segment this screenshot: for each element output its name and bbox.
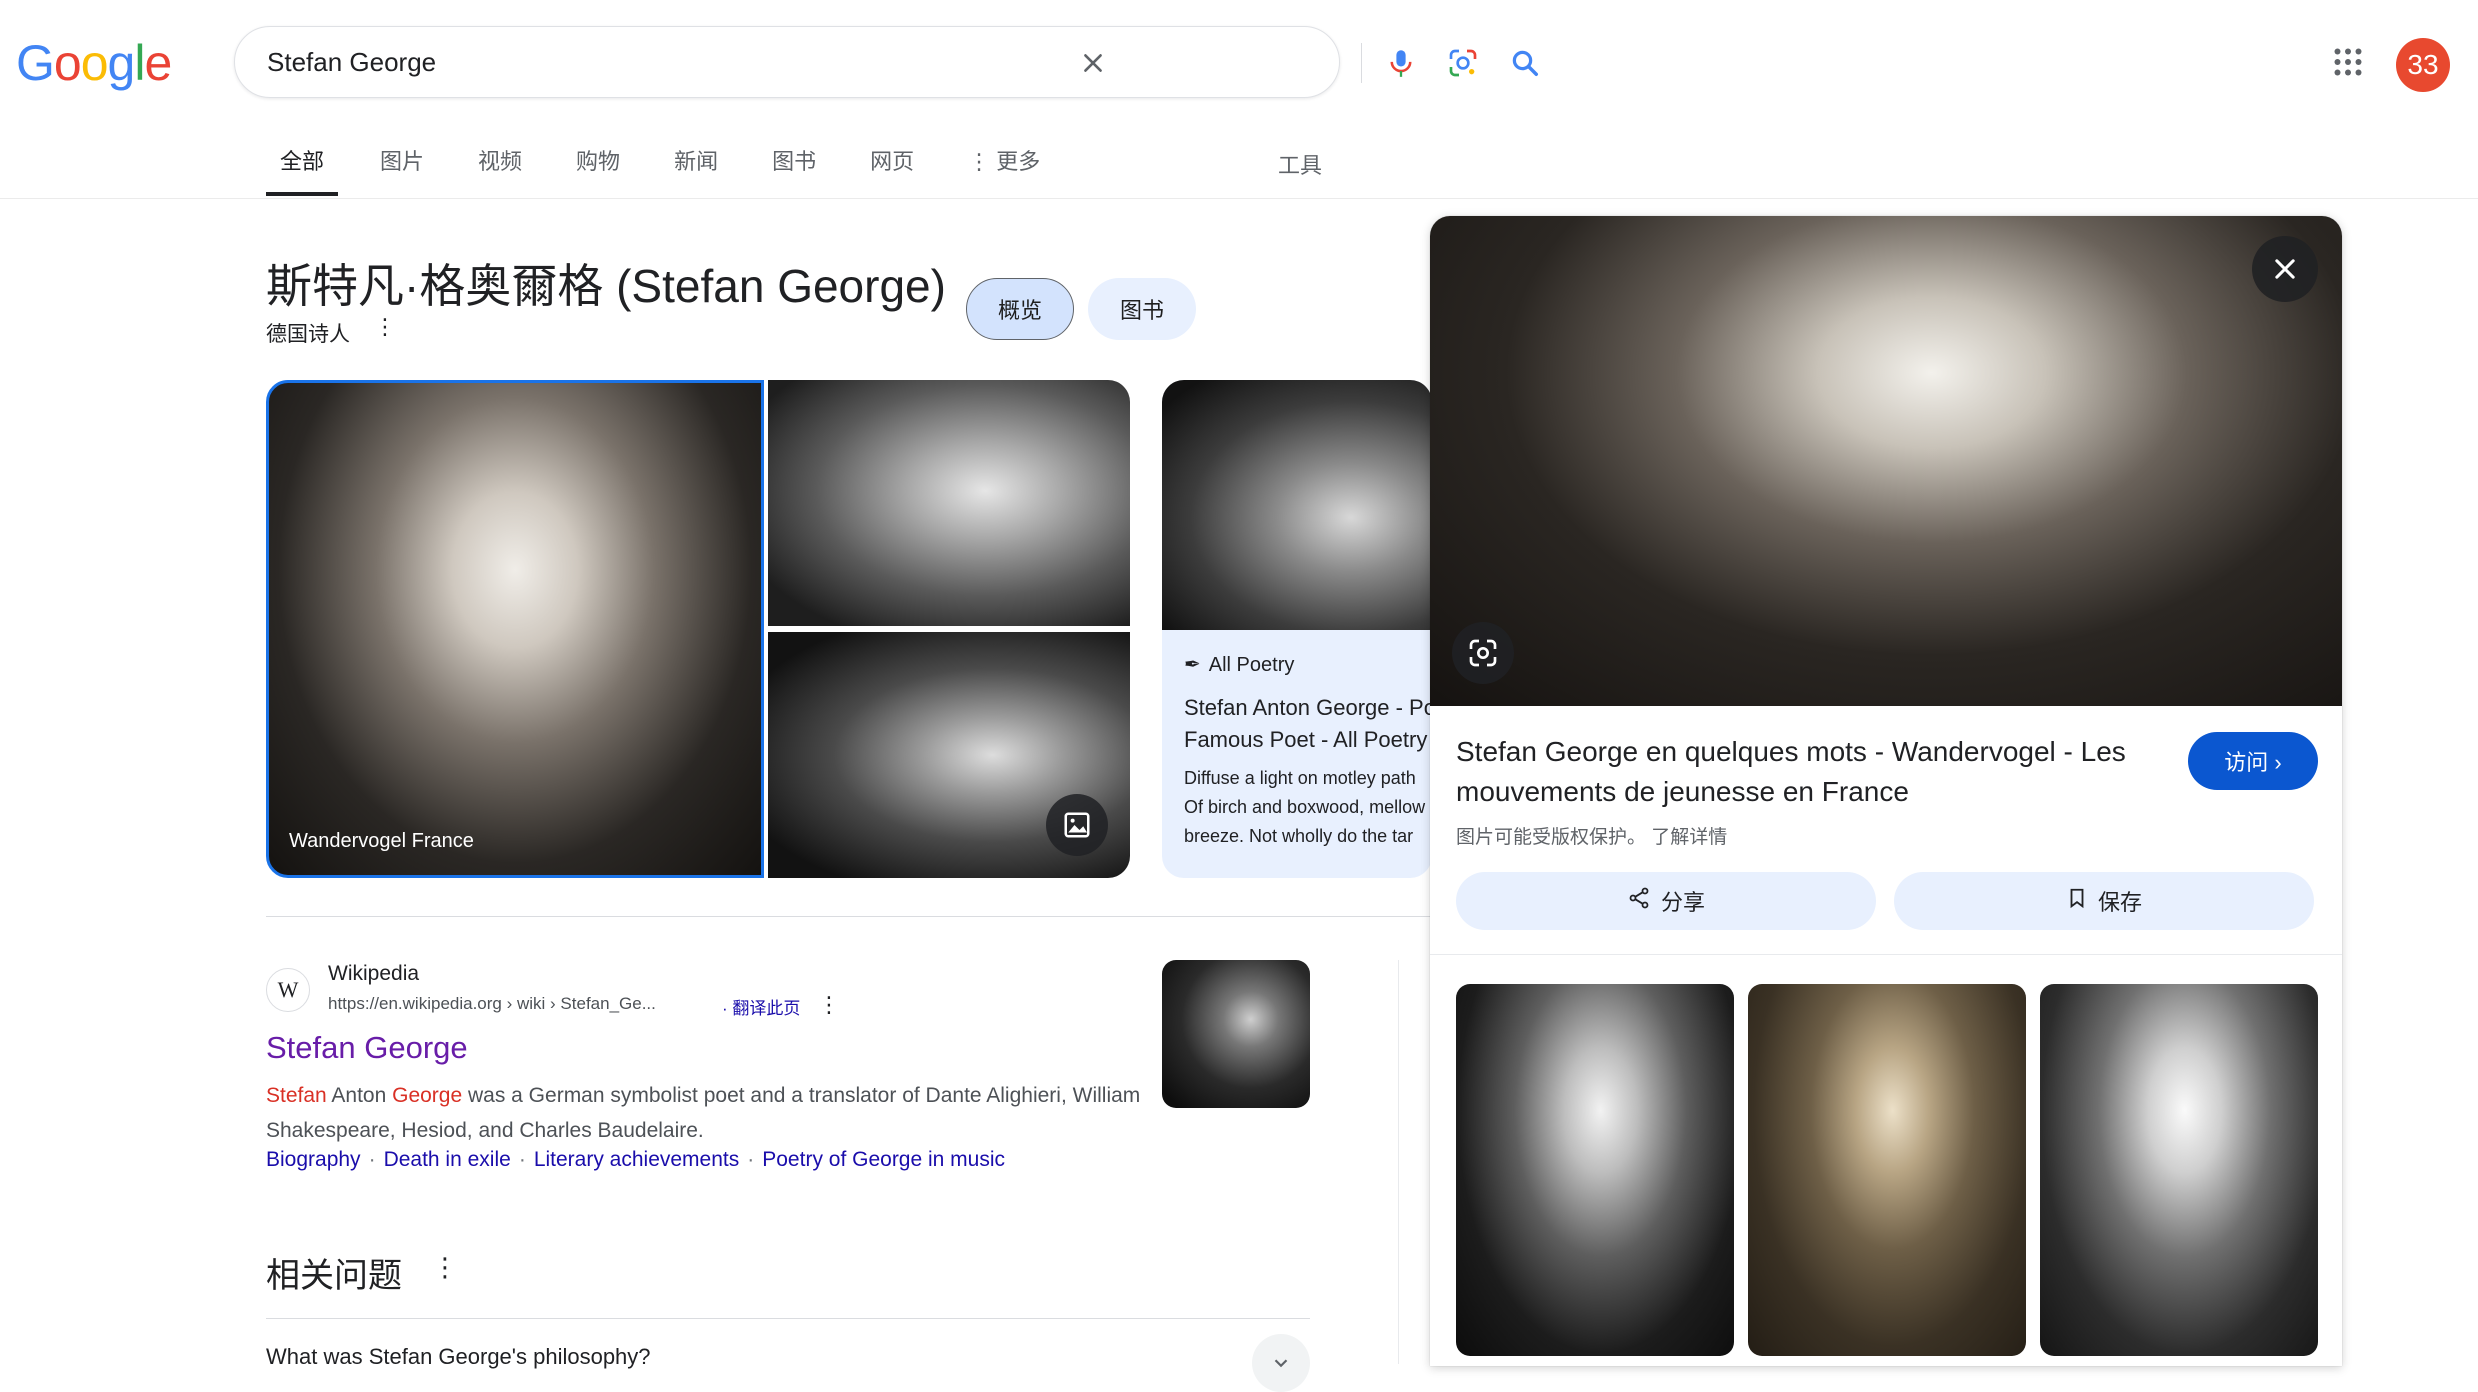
- tab-more[interactable]: ⋮ 更多: [956, 146, 1052, 196]
- image-preview-panel: Stefan George en quelques mots - Wanderv…: [1430, 216, 2342, 1366]
- share-label: 分享: [1660, 890, 1705, 915]
- tab-images[interactable]: 图片: [368, 146, 436, 196]
- clear-icon[interactable]: [1073, 43, 1113, 83]
- sitelinks: Biography · Death in exile · Literary achiev…: [266, 1148, 1005, 1172]
- copyright-notice: 图片可能受版权保护。 了解详情: [1456, 827, 1728, 848]
- result-snippet: Stefan Anton George was a German symboli…: [266, 1078, 1146, 1148]
- result-site-name[interactable]: Wikipedia: [328, 962, 419, 986]
- related-questions-divider: [266, 1318, 1310, 1319]
- related-questions-more-icon[interactable]: ⋮: [432, 1252, 458, 1283]
- result-thumbnail[interactable]: [1162, 960, 1310, 1108]
- poetry-card[interactable]: ✒ All Poetry Stefan Anton George - Po Fam…: [1162, 380, 1432, 878]
- chevron-down-icon[interactable]: [1252, 1334, 1310, 1392]
- poetry-title-line: Stefan Anton George - Po: [1184, 695, 1432, 720]
- poetry-title-line: Famous Poet - All Poetry: [1184, 727, 1428, 752]
- search-icon[interactable]: [1505, 43, 1545, 83]
- account-avatar[interactable]: 33: [2396, 38, 2450, 92]
- close-icon[interactable]: [2252, 236, 2318, 302]
- translate-link[interactable]: · 翻译此页: [722, 994, 800, 1019]
- overview-chip[interactable]: 概览: [966, 278, 1074, 340]
- search-box[interactable]: Stefan George: [234, 26, 1538, 98]
- visit-button[interactable]: 访问 ›: [2188, 732, 2318, 790]
- preview-image[interactable]: [1430, 216, 2342, 706]
- save-button[interactable]: 保存: [1894, 872, 2314, 930]
- image-caption: Wandervogel France: [289, 830, 474, 852]
- sitelink-poetry-in-music[interactable]: Poetry of George in music: [762, 1148, 1005, 1171]
- poetry-desc-line: Of birch and boxwood, mellow: [1184, 797, 1426, 817]
- google-logo[interactable]: Google: [16, 34, 172, 92]
- visual-search-icon[interactable]: [1452, 622, 1514, 684]
- wikipedia-favicon[interactable]: W: [266, 968, 310, 1012]
- logo-letter: e: [144, 35, 172, 91]
- result-more-icon[interactable]: ⋮: [818, 992, 840, 1018]
- poetry-source-label: All Poetry: [1208, 654, 1295, 676]
- profile-image-bottom[interactable]: [768, 632, 1130, 878]
- related-question[interactable]: What was Stefan George's philosophy?: [266, 1344, 651, 1370]
- snippet-highlight: Stefan: [266, 1084, 327, 1107]
- poetry-card-title: Stefan Anton George - Po Famous Poet - A…: [1184, 692, 1432, 756]
- poetry-card-image: [1162, 380, 1432, 630]
- tab-shopping[interactable]: 购物: [564, 146, 632, 196]
- search-input[interactable]: Stefan George: [267, 47, 436, 78]
- books-chip[interactable]: 图书: [1088, 278, 1196, 340]
- header-divider: [0, 198, 2478, 199]
- profile-image-top[interactable]: [768, 380, 1130, 626]
- related-image[interactable]: [1456, 984, 1734, 1356]
- lens-icon[interactable]: [1443, 43, 1483, 83]
- sitelink-separator: ·: [747, 1148, 755, 1171]
- tab-books[interactable]: 图书: [760, 146, 828, 196]
- tab-videos[interactable]: 视频: [466, 146, 534, 196]
- section-divider: [266, 916, 1432, 917]
- microphone-icon[interactable]: [1381, 43, 1421, 83]
- logo-letter: g: [107, 35, 136, 91]
- sitelink-death-in-exile[interactable]: Death in exile: [384, 1148, 511, 1171]
- tab-all[interactable]: 全部: [266, 146, 339, 196]
- apps-grid-icon[interactable]: [2330, 44, 2366, 80]
- share-icon: [1627, 886, 1651, 916]
- logo-letter: l: [134, 35, 145, 91]
- entity-more-icon[interactable]: ⋮: [374, 314, 396, 340]
- bookmark-icon: [2066, 886, 2088, 916]
- search-tabs: 全部 图片 视频 购物 新闻 图书 网页 ⋮ 更多: [266, 146, 1082, 200]
- tab-web[interactable]: 网页: [858, 146, 926, 196]
- sitelink-separator: ·: [518, 1148, 526, 1171]
- preview-divider: [1430, 954, 2342, 955]
- related-image[interactable]: [2040, 984, 2318, 1356]
- result-title[interactable]: Stefan George: [266, 1030, 468, 1066]
- result-url[interactable]: https://en.wikipedia.org › wiki › Stefan…: [328, 994, 656, 1014]
- logo-letter: o: [80, 35, 109, 91]
- related-image[interactable]: [1748, 984, 2026, 1356]
- save-label: 保存: [2097, 890, 2142, 915]
- more-images-icon[interactable]: [1046, 794, 1108, 856]
- preview-title[interactable]: Stefan George en quelques mots - Wanderv…: [1456, 732, 2156, 812]
- search-divider: [1361, 43, 1362, 83]
- sitelink-literary-achievements[interactable]: Literary achievements: [534, 1148, 739, 1171]
- entity-title: 斯特凡·格奥爾格 (Stefan George): [266, 260, 946, 312]
- related-questions-title: 相关问题: [266, 1257, 402, 1295]
- poetry-card-description: Diffuse a light on motley path Of birch …: [1184, 764, 1432, 851]
- sitelink-biography[interactable]: Biography: [266, 1148, 361, 1171]
- logo-letter: G: [16, 35, 55, 91]
- logo-letter: o: [53, 35, 82, 91]
- entity-subtitle: 德国诗人: [266, 323, 350, 346]
- share-button[interactable]: 分享: [1456, 872, 1876, 930]
- column-divider: [1398, 960, 1399, 1364]
- tools-button[interactable]: 工具: [1278, 148, 1322, 180]
- poetry-desc-line: breeze. Not wholly do the tar: [1184, 826, 1414, 846]
- poetry-desc-line: Diffuse a light on motley path: [1184, 768, 1416, 788]
- snippet-text: Anton: [326, 1084, 393, 1107]
- sitelink-separator: ·: [368, 1148, 376, 1171]
- quill-icon: ✒: [1184, 654, 1201, 676]
- poetry-source: ✒ All Poetry: [1184, 652, 1294, 677]
- tab-news[interactable]: 新闻: [662, 146, 730, 196]
- portrait-image-main[interactable]: Wandervogel France: [266, 380, 764, 878]
- snippet-highlight: George: [392, 1084, 463, 1107]
